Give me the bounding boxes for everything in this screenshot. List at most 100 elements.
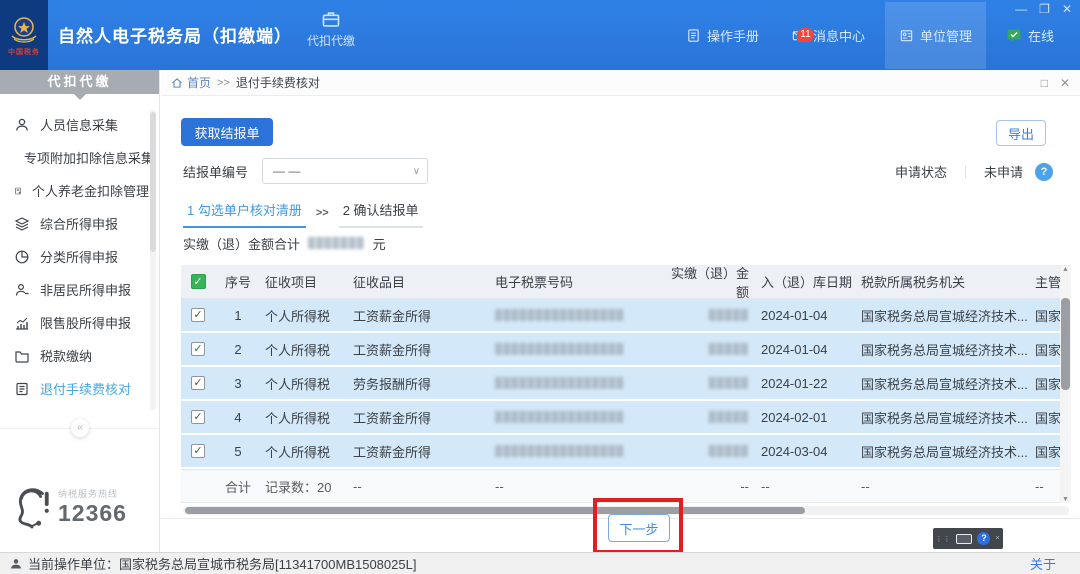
window-controls: — ❐ ✕: [1015, 2, 1072, 16]
sidebar-item-personnel-info[interactable]: 人员信息采集: [0, 108, 149, 141]
cell-eticket-masked: ████████████████: [495, 309, 625, 321]
table-row[interactable]: ✓ 3 个人所得税 劳务报酬所得 ████████████████ █████ …: [181, 367, 1071, 401]
main-panel: 首页 >> 退付手续费核对 □ ✕ 获取结报单 导出 结报单编号 — — ∨ 申…: [161, 70, 1080, 554]
table-row[interactable]: ✓ 1 个人所得税 工资薪金所得 ████████████████ █████ …: [181, 299, 1071, 333]
online-status-link[interactable]: 在线: [994, 16, 1066, 55]
restore-button[interactable]: ❐: [1039, 2, 1050, 16]
cell-category: 工资薪金所得: [353, 308, 432, 324]
online-label: 在线: [1027, 28, 1054, 44]
scroll-up-arrow[interactable]: ▲: [1060, 266, 1071, 273]
toolbar-dots: ×: [995, 535, 1001, 542]
sidebar-scrollbar-thumb[interactable]: [150, 112, 156, 252]
next-step-button[interactable]: 下一步: [608, 514, 670, 542]
cell-eticket-masked: ████████████████: [495, 377, 625, 389]
table-row[interactable]: ✓ 2 个人所得税 工资薪金所得 ████████████████ █████ …: [181, 333, 1071, 367]
status-label: 申请状态: [894, 165, 947, 180]
cell-amount-masked: █████: [708, 377, 749, 389]
cell-item: 个人所得税: [265, 342, 331, 358]
horizontal-scrollbar-thumb[interactable]: [185, 507, 805, 514]
cell-amount-masked: █████: [708, 411, 749, 423]
cell-seq: 3: [234, 375, 242, 391]
camera-icon[interactable]: [956, 533, 973, 544]
hotline-logo: 纳税服务热线 12366: [10, 484, 127, 530]
report-number-value: — —: [273, 164, 301, 178]
sidebar-collapse-button[interactable]: «: [71, 419, 89, 437]
export-button[interactable]: 导出: [996, 120, 1046, 146]
title-bar: 中国税务 自然人电子税务局（扣缴端） 代扣代缴 操作手册 11 消息中心 单位管…: [0, 0, 1080, 70]
status-bar: 当前操作单位：国家税务总局宣城市税务局[11341700MB1508025L] …: [0, 552, 1080, 574]
footer-dash: --: [495, 478, 504, 494]
sidebar-item-nonresident-income[interactable]: 非居民所得申报: [0, 273, 149, 306]
sidebar-item-label: 限售股所得申报: [40, 316, 132, 331]
sidebar-scrollbar[interactable]: [150, 110, 156, 410]
manual-link[interactable]: 操作手册: [674, 16, 771, 55]
table-vertical-scrollbar[interactable]: ▲ ▼: [1060, 266, 1071, 503]
sidebar-item-special-deduction[interactable]: 专项附加扣除信息采集: [0, 141, 154, 174]
nonresident-person-icon: [15, 283, 29, 296]
help-icon[interactable]: ?: [1035, 162, 1053, 181]
panel-close-button[interactable]: ✕: [1060, 76, 1070, 90]
sidebar-item-restricted-stock[interactable]: 限售股所得申报: [0, 306, 149, 339]
panel-maximize-button[interactable]: □: [1041, 76, 1048, 90]
sidebar-item-label: 个人养老金扣除管理: [31, 184, 149, 199]
scroll-down-arrow[interactable]: ▼: [1060, 496, 1071, 503]
panel-controls: □ ✕: [1041, 76, 1070, 90]
message-badge: 11: [796, 27, 814, 42]
sidebar-item-tax-payment[interactable]: 税款缴纳: [0, 339, 149, 372]
select-all-checkbox[interactable]: ✓: [190, 274, 206, 289]
cell-eticket-masked: ████████████████: [495, 411, 625, 423]
row-checkbox[interactable]: ✓: [191, 444, 205, 458]
summary-unit: 元: [372, 237, 386, 252]
report-number-row: 结报单编号 — — ∨: [183, 158, 429, 184]
cell-item: 个人所得税: [265, 444, 331, 460]
vertical-scrollbar-thumb[interactable]: [1061, 298, 1070, 390]
cell-seq: 5: [234, 443, 242, 459]
row-checkbox[interactable]: ✓: [191, 410, 205, 424]
breadcrumb-home-label: 首页: [187, 76, 212, 90]
table-header-row: ✓ 序号 征收项目 征收品目 电子税票号码 实缴（退）金额 入（退）库日期 税款…: [181, 265, 1071, 300]
close-button[interactable]: ✕: [1062, 2, 1072, 16]
row-checkbox[interactable]: ✓: [191, 342, 205, 356]
row-checkbox[interactable]: ✓: [191, 376, 205, 390]
sidebar-item-classified-income[interactable]: 分类所得申报: [0, 240, 149, 273]
summary-masked-value: ███████: [308, 238, 365, 249]
step-separator: >>: [315, 207, 329, 219]
cell-eticket-masked: ████████████████: [495, 445, 625, 457]
breadcrumb-home[interactable]: 首页: [171, 74, 211, 91]
sidebar-item-label: 非居民所得申报: [40, 283, 132, 298]
sidebar-item-label: 专项附加扣除信息采集: [24, 151, 155, 166]
step-1-tab[interactable]: 1 勾选单户核对清册: [183, 200, 306, 228]
report-number-select[interactable]: — — ∨: [262, 158, 429, 184]
col-header-date: 入（退）库日期: [761, 275, 853, 290]
table-row[interactable]: ✓ 5 个人所得税 工资薪金所得 ████████████████ █████ …: [181, 435, 1071, 469]
current-operator-text: 当前操作单位：国家税务总局宣城市税务局[11341700MB1508025L]: [28, 557, 417, 572]
cell-authority: 国家税务总局宣城经济技术...: [861, 342, 1028, 358]
sidebar-item-label: 退付手续费核对: [40, 382, 132, 397]
org-management-link[interactable]: 单位管理: [884, 1, 986, 69]
cell-category: 劳务报酬所得: [353, 376, 432, 392]
sidebar-item-refund-fee-check[interactable]: 退付手续费核对: [0, 372, 149, 405]
sidebar-item-comprehensive-income[interactable]: 综合所得申报: [0, 207, 149, 240]
cell-seq: 2: [234, 341, 242, 357]
cell-category: 工资薪金所得: [353, 410, 432, 426]
col-header-item: 征收项目: [265, 275, 318, 290]
national-emblem-icon: [11, 16, 37, 43]
row-checkbox[interactable]: ✓: [191, 308, 205, 322]
message-center-link[interactable]: 11 消息中心: [779, 16, 877, 55]
step-2-tab[interactable]: 2 确认结报单: [338, 200, 423, 228]
about-link[interactable]: 关于: [1030, 554, 1056, 573]
table-row[interactable]: ✓ 4 个人所得税 工资薪金所得 ████████████████ █████ …: [181, 401, 1071, 435]
fetch-settlement-button[interactable]: 获取结报单: [181, 118, 273, 146]
hotline-head-icon: [18, 488, 49, 529]
cell-amount-masked: █████: [708, 445, 749, 457]
minimize-button[interactable]: —: [1015, 2, 1027, 16]
online-icon: [1007, 29, 1021, 42]
hotline-caption: 纳税服务热线: [58, 489, 119, 499]
toolbar-help-icon[interactable]: ?: [977, 532, 991, 545]
sidebar-menu: 人员信息采集 专项附加扣除信息采集 个人养老金扣除管理 综合所得申报 分类所得申…: [0, 108, 154, 405]
application-status-row: 申请状态 ｜ 未申请 ?: [895, 162, 1053, 181]
col-header-seq: 序号: [224, 275, 251, 290]
tab-withholding[interactable]: 代扣代缴: [293, 9, 369, 49]
col-header-category: 征收品目: [353, 275, 406, 290]
sidebar-item-pension-deduction[interactable]: 个人养老金扣除管理: [0, 174, 149, 207]
